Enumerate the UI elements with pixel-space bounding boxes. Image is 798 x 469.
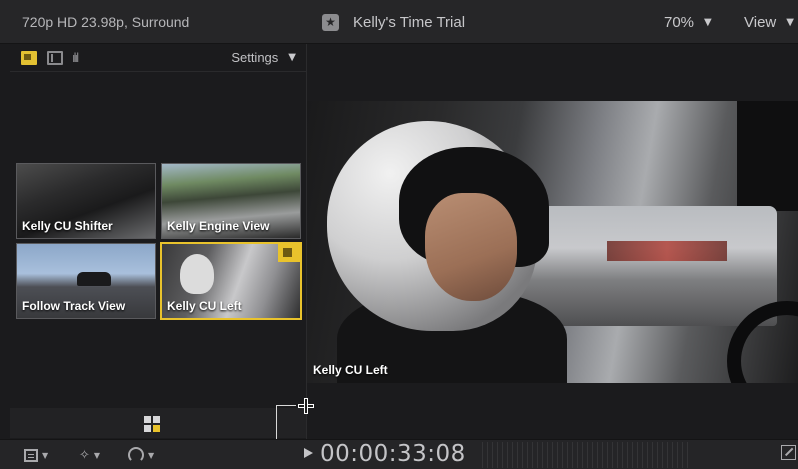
play-icon[interactable] bbox=[304, 448, 313, 458]
retime-menu[interactable]: ▼ bbox=[128, 446, 154, 464]
clip-appearance-menu[interactable]: ▼ bbox=[24, 446, 48, 464]
view-menu[interactable]: View ▼ bbox=[744, 14, 794, 31]
video-audio-switch-icon[interactable] bbox=[21, 51, 37, 65]
zoom-level: 70% bbox=[664, 14, 695, 31]
chevron-down-icon: ▼ bbox=[93, 450, 101, 460]
angle-label: Kelly Engine View bbox=[167, 219, 270, 233]
chevron-down-icon: ▼ bbox=[786, 17, 794, 28]
angle-grid-icon[interactable] bbox=[144, 416, 160, 432]
chevron-down-icon: ▼ bbox=[148, 450, 155, 460]
helmet-image bbox=[180, 254, 214, 294]
angle-viewer-footer bbox=[10, 408, 306, 438]
view-label: View bbox=[744, 14, 777, 31]
star-icon: ★ bbox=[322, 13, 339, 31]
audio-only-switch-icon[interactable]: ılıl bbox=[72, 51, 94, 65]
resize-cursor-icon bbox=[296, 396, 316, 416]
settings-menu[interactable]: Settings ▼ bbox=[231, 50, 296, 65]
format-info: 720p HD 23.98p, Surround bbox=[22, 14, 190, 30]
callout-line bbox=[276, 405, 296, 406]
chevron-down-icon: ▼ bbox=[288, 52, 296, 63]
clip-appearance-icon bbox=[24, 448, 38, 462]
chevron-down-icon: ▼ bbox=[42, 450, 49, 460]
chevron-down-icon: ▼ bbox=[704, 17, 712, 28]
car-image bbox=[77, 272, 111, 286]
viewer-clip-label: Kelly CU Left bbox=[313, 363, 388, 377]
zoom-menu[interactable]: 70% ▼ bbox=[664, 14, 712, 31]
angle-kelly-engine-view[interactable]: Kelly Engine View bbox=[161, 163, 301, 239]
angle-label: Kelly CU Shifter bbox=[22, 219, 113, 233]
angle-viewer: ılıl Settings ▼ Kelly CU Shifter Kelly E… bbox=[10, 44, 306, 438]
angle-toolbar: ılıl Settings ▼ bbox=[10, 44, 306, 72]
magic-wand-icon: ✧ bbox=[79, 447, 90, 463]
track-barrier bbox=[607, 241, 727, 261]
angle-label: Follow Track View bbox=[22, 299, 126, 313]
angle-kelly-cu-left[interactable]: Kelly CU Left bbox=[160, 242, 302, 320]
project-title: Kelly's Time Trial bbox=[353, 13, 466, 31]
angle-follow-track-view[interactable]: Follow Track View bbox=[16, 243, 156, 319]
fullscreen-icon[interactable] bbox=[781, 445, 796, 460]
active-angle-badge-icon bbox=[278, 244, 300, 262]
angle-kelly-cu-shifter[interactable]: Kelly CU Shifter bbox=[16, 163, 156, 239]
viewer-header: 720p HD 23.98p, Surround ★ Kelly's Time … bbox=[0, 0, 798, 44]
timecode-display[interactable]: 00:00:33:08 bbox=[320, 441, 466, 467]
car-pillar bbox=[737, 101, 798, 211]
angle-label: Kelly CU Left bbox=[167, 299, 242, 313]
settings-label: Settings bbox=[231, 50, 279, 65]
enhancements-menu[interactable]: ✧ ▼ bbox=[79, 446, 100, 464]
driver-face bbox=[425, 193, 517, 301]
video-only-switch-icon[interactable] bbox=[47, 51, 63, 65]
audio-meter-ticks bbox=[482, 442, 692, 468]
project-title-wrap: ★ Kelly's Time Trial bbox=[322, 11, 465, 33]
speedometer-icon bbox=[128, 447, 144, 463]
video-viewer: Kelly CU Left bbox=[307, 101, 798, 383]
